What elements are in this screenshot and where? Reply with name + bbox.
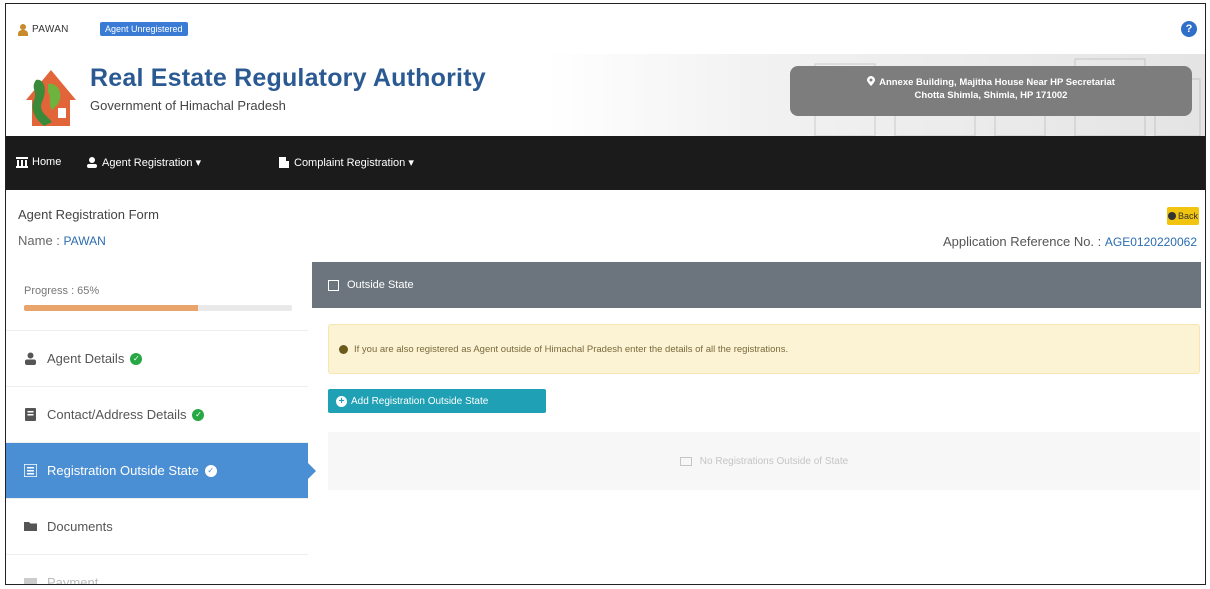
back-label: Back [1177, 211, 1198, 221]
list-icon [24, 464, 37, 477]
nav-complaint-registration[interactable]: Complaint Registration ▾ [278, 156, 414, 169]
application-reference: Application Reference No. : AGE012022006… [943, 234, 1197, 249]
back-button[interactable]: Back [1167, 207, 1199, 225]
home-icon [16, 156, 28, 168]
address-book-icon [25, 408, 36, 421]
check-circle-icon: ✓ [130, 352, 143, 365]
sidebar-item-label: Registration Outside State [47, 463, 199, 478]
rera-logo-icon [26, 70, 76, 126]
progress-fill [24, 305, 199, 311]
address-line-2: Chotta Shimla, Shimla, HP 171002 [914, 90, 1068, 101]
sidebar-item-documents[interactable]: Documents [6, 498, 308, 554]
active-indicator-arrow [308, 463, 316, 479]
org-subtitle: Government of Himachal Pradesh [90, 98, 286, 113]
address-box: Annexe Building, Majitha House Near HP S… [790, 66, 1192, 116]
steps-sidebar: Progress : 65% Agent Details ✓ Contact/A… [6, 262, 316, 585]
payment-icon [24, 578, 37, 584]
info-icon [339, 344, 348, 354]
app-frame: PAWAN Agent Unregistered ? Real Estate R… [5, 3, 1206, 585]
top-bar: PAWAN Agent Unregistered ? [6, 4, 1205, 54]
empty-state: No Registrations Outside of State [328, 432, 1200, 490]
site-header: Real Estate Regulatory Authority Governm… [6, 54, 1205, 136]
user-icon [87, 157, 97, 168]
nav-agent-registration[interactable]: Agent Registration ▾ [86, 156, 201, 169]
username: PAWAN [32, 24, 69, 35]
nav-agent-registration-label: Agent Registration ▾ [102, 157, 202, 169]
check-circle-icon: ✓ [192, 408, 205, 421]
list-icon [328, 279, 339, 291]
help-icon[interactable]: ? [1181, 21, 1197, 37]
sidebar-item-payment[interactable]: Payment [6, 554, 308, 585]
nav-home-label: Home [32, 156, 62, 168]
sidebar-item-label: Agent Details [47, 351, 125, 366]
building-icon [279, 157, 289, 168]
add-button-label: Add Registration Outside State [351, 395, 489, 407]
sidebar-item-label: Contact/Address Details [47, 407, 187, 422]
sidebar-item-label: Documents [47, 519, 113, 534]
name-label: Name : [18, 233, 60, 248]
applicant-name: Name : PAWAN [18, 233, 106, 248]
org-title: Real Estate Regulatory Authority [90, 64, 486, 92]
alert-text: If you are also registered as Agent outs… [354, 343, 789, 355]
panel-header: Outside State [312, 262, 1201, 308]
location-pin-icon [867, 76, 876, 86]
back-icon [1167, 212, 1176, 220]
user-icon [25, 352, 36, 365]
progress-bar [24, 305, 292, 311]
nav-complaint-registration-label: Complaint Registration ▾ [294, 157, 414, 169]
sidebar-item-contact-address[interactable]: Contact/Address Details ✓ [6, 386, 308, 442]
sidebar-item-registration-outside-state[interactable]: Registration Outside State ✓ [6, 442, 316, 498]
nav-home[interactable]: Home [16, 156, 61, 168]
panel-title: Outside State [347, 279, 414, 291]
main-navbar: Home Agent Registration ▾ Complaint Regi… [6, 136, 1205, 190]
app-ref-value: AGE0120220062 [1104, 235, 1197, 249]
table-icon [679, 456, 692, 466]
form-title: Agent Registration Form [18, 207, 159, 222]
sidebar-item-agent-details[interactable]: Agent Details ✓ [6, 330, 308, 386]
empty-text: No Registrations Outside of State [699, 455, 849, 467]
info-alert: If you are also registered as Agent outs… [328, 324, 1200, 374]
folder-icon [24, 522, 37, 531]
add-registration-button[interactable]: + Add Registration Outside State [328, 389, 546, 413]
role-badge: Agent Unregistered [100, 22, 188, 36]
name-value: PAWAN [63, 234, 106, 248]
address-line-1: Annexe Building, Majitha House Near HP S… [879, 77, 1115, 88]
sidebar-item-label: Payment [47, 575, 99, 585]
user-icon [18, 24, 28, 36]
app-ref-label: Application Reference No. : [943, 234, 1102, 249]
check-circle-icon: ✓ [204, 464, 217, 477]
progress-label: Progress : 65% [24, 285, 100, 297]
plus-circle-icon: + [336, 395, 347, 407]
